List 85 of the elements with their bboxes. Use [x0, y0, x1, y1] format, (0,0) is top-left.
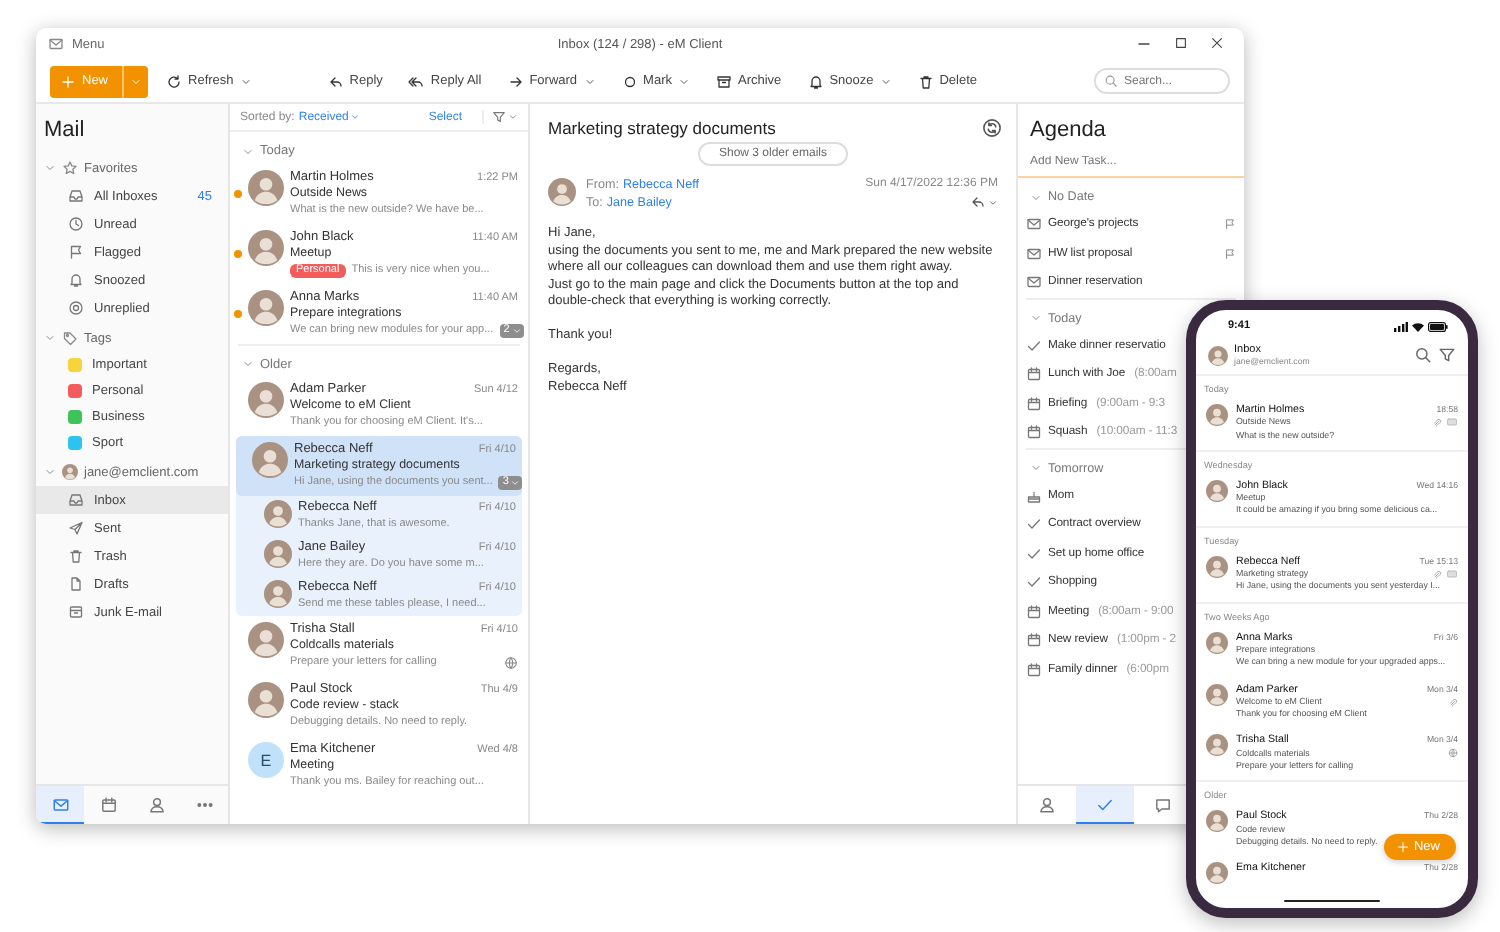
wifi-icon: [1412, 321, 1424, 331]
mail-icon: [51, 795, 69, 813]
avatar: [248, 290, 284, 326]
avatar: [264, 540, 292, 568]
avatar: [1206, 683, 1228, 706]
battery-icon: [1428, 321, 1448, 331]
avatar: [1208, 345, 1228, 365]
mail-icon: [1026, 274, 1042, 291]
refresh-icon: [166, 73, 183, 89]
inbox-icon: [68, 492, 84, 508]
junk-box-icon: [68, 604, 84, 620]
reply-icon: [970, 194, 986, 210]
avatar: [248, 382, 284, 418]
signal-icon: [1394, 321, 1408, 331]
plus-icon: [60, 73, 76, 89]
calendar-icon: [1026, 603, 1042, 620]
pane-title: Agenda: [1028, 116, 1108, 146]
calendar-icon: [1026, 395, 1042, 412]
avatar: [248, 170, 284, 206]
avatar: [1206, 555, 1228, 578]
calendar-icon: [1026, 366, 1042, 383]
tag-icon: [62, 330, 78, 346]
check-icon: [1096, 795, 1114, 813]
flag-icon: [68, 244, 84, 260]
avatar: [1206, 631, 1228, 654]
caret-icon: [510, 477, 521, 487]
target-icon: [68, 300, 84, 316]
search-icon: [1104, 74, 1118, 88]
close-icon[interactable]: [1210, 36, 1224, 50]
check-icon: [1026, 337, 1042, 354]
archive-icon: [716, 73, 732, 89]
mail-icon: [1026, 216, 1042, 233]
clock-icon: [68, 216, 84, 232]
avatar: [1206, 404, 1228, 426]
person-icon: [1038, 795, 1056, 813]
circular-arrows-icon[interactable]: [982, 118, 1002, 138]
home-indicator: [1284, 899, 1380, 902]
caret-icon: [130, 75, 143, 87]
plus-icon: [1395, 840, 1410, 854]
filter-button[interactable]: [482, 110, 518, 124]
inbox-icon: [68, 188, 84, 204]
avatar: E: [248, 742, 284, 778]
avatar: [248, 682, 284, 718]
mail-icon: [48, 36, 64, 52]
person-icon: [147, 795, 165, 813]
calendar-icon: [1026, 424, 1042, 441]
cake-icon: [1026, 487, 1042, 504]
avatar: [252, 442, 288, 478]
calendar-icon: [1026, 632, 1042, 649]
avatar: [1206, 479, 1228, 502]
mail-icon: [1026, 245, 1042, 262]
caret-icon: [508, 112, 518, 122]
avatar: [248, 622, 284, 658]
trash-icon: [68, 548, 84, 564]
avatar: [264, 580, 292, 608]
avatar: [1206, 810, 1228, 833]
forward-icon: [507, 73, 524, 89]
caret-icon: [350, 112, 361, 122]
reply-menu-button[interactable]: [970, 194, 998, 210]
reply-all-icon: [408, 73, 425, 89]
maximize-icon[interactable]: [1174, 36, 1188, 50]
sidebar-title: Mail: [42, 116, 85, 146]
avatar: [1206, 862, 1228, 885]
bell-icon: [68, 272, 84, 288]
reply-icon: [327, 73, 344, 89]
avatar: [1206, 734, 1228, 757]
caret-icon: [511, 325, 522, 335]
filter-icon[interactable]: [1438, 346, 1456, 364]
avatar: [248, 230, 284, 266]
calendar-icon: [1026, 661, 1042, 678]
caret-icon: [988, 197, 998, 207]
star-icon: [62, 160, 78, 176]
document-icon: [68, 576, 84, 592]
bell-icon: [807, 73, 824, 89]
filter-icon: [492, 110, 506, 124]
search-icon[interactable]: [1414, 346, 1432, 364]
chat-icon: [1154, 795, 1172, 813]
trash-icon: [917, 73, 934, 89]
avatar: [264, 500, 292, 528]
paper-plane-icon: [68, 520, 84, 536]
avatar: [62, 464, 78, 480]
calendar-icon: [99, 795, 117, 813]
circle-icon: [621, 73, 638, 89]
email-subject: Marketing strategy documents: [548, 118, 778, 138]
avatar: [548, 178, 576, 206]
